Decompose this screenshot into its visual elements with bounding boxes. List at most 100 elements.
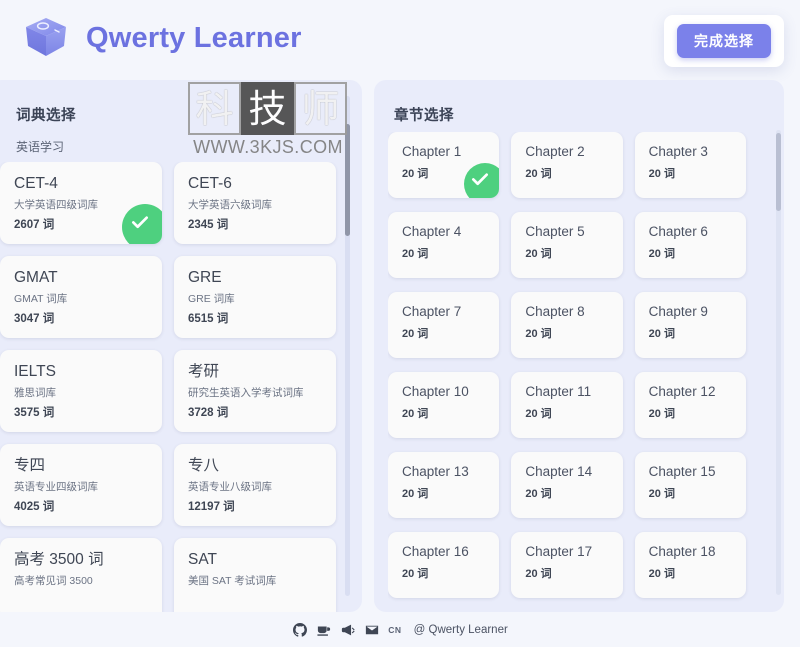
brand: Qwerty Learner [18,10,302,66]
dictionary-panel: 词典选择 英语学习 CET-4 大学英语四级词库 2607 词 CET-6 大学英语六级… [0,80,362,612]
copyright-text: @ Qwerty Learner [413,623,508,636]
dictionary-card-count: 4025 词 [14,501,55,514]
dictionary-card[interactable]: SAT 美国 SAT 考试词库 [174,538,336,612]
dictionary-card-name: 专四 [14,457,46,474]
chapter-card-name: Chapter 10 [402,384,469,399]
dictionary-card-desc: 英语专业八级词库 [188,481,272,494]
chapter-card-name: Chapter 13 [402,464,469,479]
dictionary-card[interactable]: 专八英语专业八级词库 12197 词 [174,444,336,526]
dictionary-card-desc: GMAT 词库 [14,293,68,306]
chapter-card-name: Chapter 4 [402,224,462,239]
chapter-card[interactable]: Chapter 18 20 词 [634,532,746,598]
chapter-card[interactable]: Chapter 12 20 词 [634,372,746,438]
footer: CN @ Qwerty Learner [0,622,800,637]
chapter-card-name: Chapter 3 [648,144,708,159]
dictionary-card-name: 专八 [188,457,220,474]
chapter-card-name: Chapter 5 [525,224,585,239]
chapter-card[interactable]: Chapter 13 20 词 [388,452,500,518]
chapter-card[interactable]: Chapter 1 20 词 [388,132,500,198]
finish-selection-button[interactable]: 完成选择 [677,24,771,58]
dictionary-card[interactable]: 考研研究生英语入学考试词库 3728 词 [174,350,336,432]
dictionary-grid: CET-4 大学英语四级词库 2607 词 CET-6 大学英语六级词库 2345 词 GM… [0,162,336,612]
dictionary-scrollbar-thumb[interactable] [345,124,350,236]
dictionary-card-desc: 美国 SAT 考试词库 [188,575,277,588]
chapter-panel: 章节选择 Chapter 1 20 词 Chapter 2 20 词 Chapter 3… [374,80,784,612]
chapter-card-count: 20 词 [648,567,675,580]
chapter-card[interactable]: Chapter 5 20 词 [511,212,623,278]
dictionary-card[interactable]: IELTS 雅思词库 3575 词 [0,350,162,432]
keycap-icon [18,10,74,66]
chapter-card[interactable]: Chapter 3 20 词 [634,132,746,198]
chapter-card-count: 20 词 [648,167,675,180]
dictionary-card-name: CET-6 [188,175,232,192]
chapter-card[interactable]: Chapter 14 20 词 [511,452,623,518]
chapter-card[interactable]: Chapter 4 20 词 [388,212,500,278]
chapter-card-name: Chapter 16 [402,544,469,559]
dictionary-card-name: GRE [188,269,222,286]
dictionary-card-name: IELTS [14,363,56,380]
dictionary-card[interactable]: 专四英语专业四级词库 4025 词 [0,444,162,526]
chapter-card-count: 20 词 [648,407,675,420]
dictionary-card[interactable]: GMAT GMAT 词库 3047 词 [0,256,162,338]
chapter-card[interactable]: Chapter 6 20 词 [634,212,746,278]
dictionary-card-name: GMAT [14,269,58,286]
chapter-card-name: Chapter 11 [525,384,592,399]
chapter-scrollbar-thumb[interactable] [776,133,781,211]
chapter-card-count: 20 词 [648,487,675,500]
chapter-card[interactable]: Chapter 15 20 词 [634,452,746,518]
chapter-card-name: Chapter 17 [525,544,593,559]
dictionary-card-desc: 高考常见词 3500 [14,575,93,588]
chapter-card-count: 20 词 [402,487,429,500]
dictionary-panel-title: 词典选择 [16,108,76,124]
dictionary-scroll-area[interactable]: CET-4 大学英语四级词库 2607 词 CET-6 大学英语六级词库 2345 词 GM… [0,162,352,612]
chapter-card[interactable]: Chapter 9 20 词 [634,292,746,358]
dictionary-card-count: 3575 词 [14,407,55,420]
dictionary-card[interactable]: CET-6 大学英语六级词库 2345 词 [174,162,336,244]
dictionary-card-desc: 英语专业四级词库 [14,481,98,494]
chapter-card-count: 20 词 [525,167,552,180]
chapter-card[interactable]: Chapter 8 20 词 [511,292,623,358]
chapter-card-name: Chapter 7 [402,304,462,319]
chapter-card-count: 20 词 [525,247,552,260]
dictionary-card[interactable]: 高考 3500 词高考常见词 3500 [0,538,162,612]
chapter-card-name: Chapter 15 [648,464,716,479]
chapter-card-name: Chapter 2 [525,144,585,159]
selected-check-icon [122,204,162,244]
chapter-grid: Chapter 1 20 词 Chapter 2 20 词 Chapter 3 20 词C… [388,132,746,598]
dictionary-card-name: SAT [188,551,217,568]
dictionary-card-desc: 雅思词库 [14,387,56,400]
dictionary-card[interactable]: CET-4 大学英语四级词库 2607 词 [0,162,162,244]
chapter-card[interactable]: Chapter 2 20 词 [511,132,623,198]
chapter-scroll-area[interactable]: Chapter 1 20 词 Chapter 2 20 词 Chapter 3 20 词C… [388,132,770,612]
chapter-card-name: Chapter 12 [648,384,716,399]
chapter-card[interactable]: Chapter 17 20 词 [511,532,623,598]
chapter-card-count: 20 词 [402,567,429,580]
chapter-card-name: Chapter 14 [525,464,593,479]
chapter-card-count: 20 词 [525,407,552,420]
envelope-icon[interactable] [364,622,379,637]
coffee-cup-icon[interactable] [316,622,331,637]
chapter-card[interactable]: Chapter 16 20 词 [388,532,500,598]
chapter-panel-title: 章节选择 [394,108,454,124]
dictionary-card-count: 3728 词 [188,407,229,420]
language-toggle[interactable]: CN [388,625,401,635]
chapter-card[interactable]: Chapter 11 20 词 [511,372,623,438]
chapter-card-name: Chapter 6 [648,224,708,239]
selected-check-icon [464,163,500,198]
dictionary-card-name: 高考 3500 词 [14,551,104,568]
chapter-card-count: 20 词 [648,247,675,260]
dictionary-card-count: 6515 词 [188,313,229,326]
github-icon[interactable] [292,622,307,637]
chapter-card-count: 20 词 [402,407,429,420]
dictionary-category-label: 英语学习 [16,140,65,154]
chapter-card-count: 20 词 [525,487,552,500]
megaphone-icon[interactable] [340,622,355,637]
dictionary-card-count: 12197 词 [188,501,235,514]
dictionary-card-name: 考研 [188,363,220,380]
finish-button-wrapper: 完成选择 [664,15,784,67]
dictionary-card-count: 2345 词 [188,219,229,232]
chapter-card[interactable]: Chapter 10 20 词 [388,372,500,438]
dictionary-card[interactable]: GRE GRE 词库 6515 词 [174,256,336,338]
dictionary-card-desc: 研究生英语入学考试词库 [188,387,304,400]
chapter-card[interactable]: Chapter 7 20 词 [388,292,500,358]
